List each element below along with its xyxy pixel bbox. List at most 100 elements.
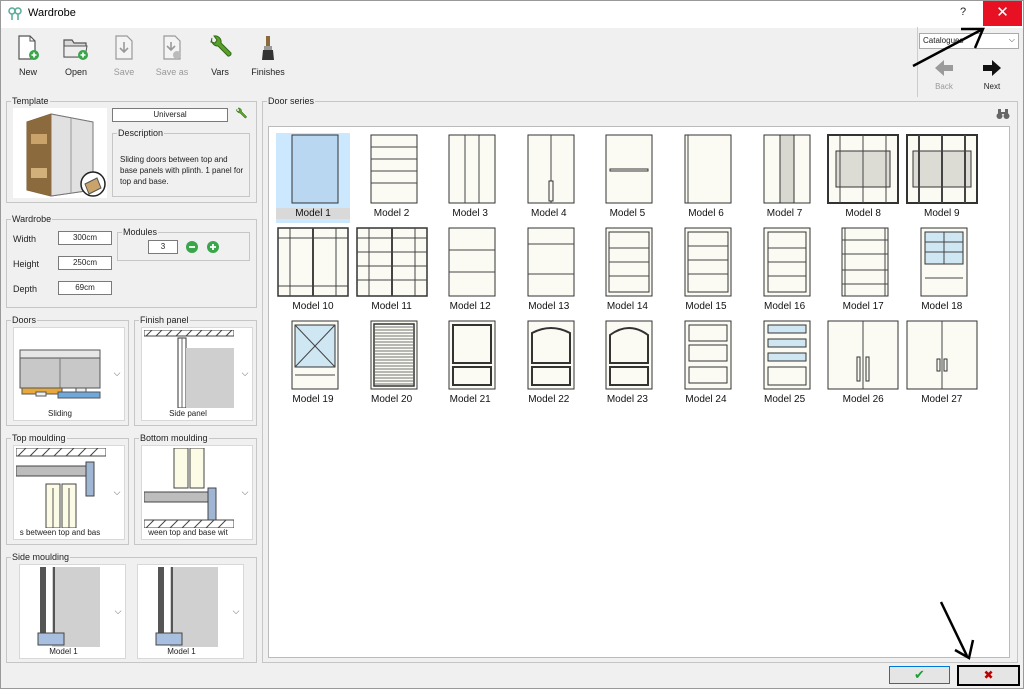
window-title: Wardrobe <box>28 7 76 19</box>
template-group: Template Universal Description Sliding d… <box>6 96 257 203</box>
door-model-item[interactable]: Model 21 <box>433 319 507 409</box>
door-model-item[interactable]: Model 13 <box>512 226 586 316</box>
door-model-thumbnail <box>527 134 575 204</box>
depth-label: Depth <box>13 284 38 294</box>
door-model-label: Model 10 <box>292 301 334 312</box>
side-moulding-group: Side moulding ⌵ Model 1 ⌵ Model 1 <box>6 552 257 663</box>
door-model-item[interactable]: Model 5 <box>590 133 664 223</box>
side-moulding-left-combo[interactable]: ⌵ Model 1 <box>19 564 126 659</box>
top-moulding-group: Top moulding ⌵ s between top and bas <box>6 433 129 545</box>
door-model-item[interactable]: Model 12 <box>433 226 507 316</box>
door-model-item[interactable]: Model 16 <box>748 226 822 316</box>
door-model-item[interactable]: Model 23 <box>590 319 664 409</box>
door-model-thumbnail <box>448 320 496 390</box>
door-model-item[interactable]: Model 27 <box>905 319 979 409</box>
door-model-item[interactable]: Model 4 <box>512 133 586 223</box>
door-model-label: Model 23 <box>606 394 648 405</box>
open-button[interactable]: Open <box>54 34 98 77</box>
door-model-thumbnail <box>763 134 811 204</box>
plus-circle-icon <box>207 241 219 253</box>
door-model-thumbnail <box>763 320 811 390</box>
door-model-label: Model 5 <box>609 208 646 219</box>
door-model-label: Model 9 <box>924 208 960 219</box>
door-model-label: Model 8 <box>845 208 881 219</box>
side-moulding-right-combo[interactable]: ⌵ Model 1 <box>137 564 244 659</box>
next-label: Next <box>983 82 1001 91</box>
door-model-item[interactable]: Model 25 <box>748 319 822 409</box>
door-series-grid: Model 1 Model 2 Model 3 Model 4 Model 5 Model… <box>268 126 1010 658</box>
binoculars-icon[interactable] <box>996 108 1010 122</box>
open-label: Open <box>64 67 88 77</box>
door-model-item[interactable]: Model 9 <box>905 133 979 223</box>
door-model-item[interactable]: Model 1 <box>276 133 350 223</box>
door-model-item[interactable]: Model 3 <box>433 133 507 223</box>
door-model-item[interactable]: Model 10 <box>276 226 350 316</box>
door-model-thumbnail <box>448 134 496 204</box>
depth-field[interactable]: 69cm <box>58 281 112 295</box>
door-model-label: Model 12 <box>449 301 491 312</box>
door-model-item[interactable]: Model 14 <box>590 226 664 316</box>
finish-panel-value: Side panel <box>169 409 207 418</box>
door-model-item[interactable]: Model 18 <box>905 226 979 316</box>
door-model-item[interactable]: Model 24 <box>669 319 743 409</box>
paintbrush-icon <box>262 36 274 60</box>
save-as-button[interactable]: Save as <box>150 34 194 77</box>
remove-module-button[interactable] <box>185 240 199 256</box>
cancel-button[interactable]: ✖ <box>957 665 1020 686</box>
bottom-moulding-value: ween top and base wit <box>148 528 228 537</box>
add-module-button[interactable] <box>206 240 220 256</box>
ok-button[interactable]: ✔ <box>889 666 950 684</box>
vars-button[interactable]: Vars <box>198 34 242 77</box>
doors-value: Sliding <box>47 409 72 418</box>
template-group-title: Template <box>11 96 50 106</box>
template-name-field[interactable]: Universal <box>112 108 228 122</box>
door-model-label: Model 6 <box>688 208 724 219</box>
door-model-label: Model 18 <box>921 301 963 312</box>
height-field[interactable]: 250cm <box>58 256 112 270</box>
door-model-label: Model 13 <box>528 301 570 312</box>
door-model-label: Model 1 <box>276 208 350 219</box>
door-model-item[interactable]: Model 7 <box>748 133 822 223</box>
bottom-moulding-combo[interactable]: ⌵ ween top and base wit <box>141 445 253 540</box>
description-text: Sliding doors between top and base panel… <box>120 155 244 186</box>
door-model-item[interactable]: Model 15 <box>669 226 743 316</box>
door-model-thumbnail <box>684 134 732 204</box>
template-wrench-icon[interactable] <box>234 107 248 123</box>
wardrobe-group-title: Wardrobe <box>11 214 53 224</box>
door-model-item[interactable]: Model 20 <box>355 319 429 409</box>
wrench-icon <box>210 35 232 57</box>
save-button[interactable]: Save <box>102 34 146 77</box>
door-model-item[interactable]: Model 26 <box>826 319 900 409</box>
door-model-label: Model 27 <box>921 394 963 405</box>
door-model-thumbnail <box>684 227 732 297</box>
top-moulding-combo[interactable]: ⌵ s between top and bas <box>13 445 125 540</box>
height-label: Height <box>13 259 40 269</box>
door-model-item[interactable]: Model 19 <box>276 319 350 409</box>
door-model-item[interactable]: Model 2 <box>355 133 429 223</box>
door-model-thumbnail <box>448 227 496 297</box>
doors-combo[interactable]: ⌵ Sliding <box>13 327 125 421</box>
chevron-down-icon: ⌵ <box>241 368 249 378</box>
door-model-thumbnail <box>527 320 575 390</box>
door-model-item[interactable]: Model 17 <box>826 226 900 316</box>
door-model-item[interactable]: Model 11 <box>355 226 429 316</box>
checkmark-icon: ✔ <box>914 667 925 682</box>
template-preview-image <box>13 108 107 198</box>
width-field[interactable]: 300cm <box>58 231 112 245</box>
door-model-item[interactable]: Model 6 <box>669 133 743 223</box>
close-x-icon: ✖ <box>983 668 994 682</box>
new-button[interactable]: New <box>6 34 50 77</box>
annotation-arrow-bottom <box>939 601 975 660</box>
door-model-thumbnail <box>291 320 339 390</box>
door-model-item[interactable]: Model 8 <box>826 133 900 223</box>
modules-field[interactable]: 3 <box>148 240 178 254</box>
app-icon <box>8 7 22 21</box>
doors-group-title: Doors <box>11 315 38 325</box>
finish-panel-combo[interactable]: ⌵ Side panel <box>141 327 253 421</box>
door-model-item[interactable]: Model 22 <box>512 319 586 409</box>
save-label: Save <box>113 67 135 77</box>
finishes-button[interactable]: Finishes <box>246 34 290 77</box>
door-model-label: Model 21 <box>449 394 491 405</box>
modules-box: Modules 3 <box>117 227 250 261</box>
chevron-down-icon: ⌵ <box>113 368 121 378</box>
